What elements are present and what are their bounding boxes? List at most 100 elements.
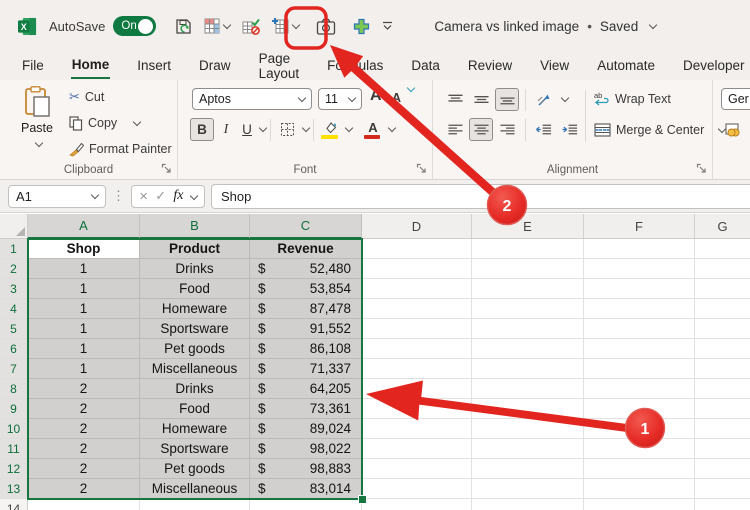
cell-E2[interactable] [472,259,584,279]
cell-D6[interactable] [362,339,472,359]
cell-B1[interactable]: Product [140,239,250,259]
insert-function-button[interactable]: fx [173,188,183,204]
tab-insert[interactable]: Insert [123,52,185,80]
align-right-button[interactable] [495,118,519,141]
cell-D10[interactable] [362,419,472,439]
row-header-4[interactable]: 4 [0,299,28,319]
tab-formulas[interactable]: Formulas [313,52,397,80]
cell-F1[interactable] [584,239,695,259]
align-center-button[interactable] [469,118,493,141]
row-header-14[interactable]: 14 [0,499,28,510]
cell-B9[interactable]: Food [140,399,250,419]
merge-center-button[interactable]: Merge & Center [591,118,728,142]
cell-E13[interactable] [472,479,584,499]
cell-A7[interactable]: 1 [28,359,140,379]
cell-B12[interactable]: Pet goods [140,459,250,479]
row-header-9[interactable]: 9 [0,399,28,419]
cell-B4[interactable]: Homeware [140,299,250,319]
cell-A12[interactable]: 2 [28,459,140,479]
cell-G13[interactable] [695,479,750,499]
tab-file[interactable]: File [8,52,58,80]
cell-B13[interactable]: Miscellaneous [140,479,250,499]
customize-qat-button[interactable] [377,11,398,41]
row-header-5[interactable]: 5 [0,319,28,339]
cell-F11[interactable] [584,439,695,459]
cell-B2[interactable]: Drinks [140,259,250,279]
cut-button[interactable]: ✂ Cut [66,85,107,109]
cell-A4[interactable]: 1 [28,299,140,319]
cell-B10[interactable]: Homeware [140,419,250,439]
cell-E1[interactable] [472,239,584,259]
add-button[interactable] [348,11,375,41]
cell-C9[interactable]: $73,361 [250,399,362,419]
row-header-11[interactable]: 11 [0,439,28,459]
cell-D1[interactable] [362,239,472,259]
cell-D4[interactable] [362,299,472,319]
cell-B6[interactable]: Pet goods [140,339,250,359]
cancel-button[interactable]: × [139,188,148,205]
table-check-button[interactable] [237,11,265,41]
cell-A11[interactable]: 2 [28,439,140,459]
cell-A9[interactable]: 2 [28,399,140,419]
row-header-6[interactable]: 6 [0,339,28,359]
row-header-3[interactable]: 3 [0,279,28,299]
alignment-dialog-launcher[interactable] [696,163,707,174]
cell-G2[interactable] [695,259,750,279]
cell-G5[interactable] [695,319,750,339]
align-top-button[interactable] [443,88,467,111]
align-bottom-button[interactable] [495,88,519,111]
row-header-8[interactable]: 8 [0,379,28,399]
cell-B5[interactable]: Sportsware [140,319,250,339]
cell-D3[interactable] [362,279,472,299]
cell-C3[interactable]: $53,854 [250,279,362,299]
cell-D12[interactable] [362,459,472,479]
row-header-1[interactable]: 1 [0,239,28,259]
cell-F3[interactable] [584,279,695,299]
wrap-text-button[interactable]: ab Wrap Text [591,87,674,111]
row-header-12[interactable]: 12 [0,459,28,479]
table-style-button[interactable] [199,11,235,41]
cell-D11[interactable] [362,439,472,459]
cell-C12[interactable]: $98,883 [250,459,362,479]
cell-C5[interactable]: $91,552 [250,319,362,339]
row-header-2[interactable]: 2 [0,259,28,279]
column-header-A[interactable]: A [28,214,140,239]
cell-F8[interactable] [584,379,695,399]
cell-G8[interactable] [695,379,750,399]
cell-E7[interactable] [472,359,584,379]
align-left-button[interactable] [443,118,467,141]
row-header-10[interactable]: 10 [0,419,28,439]
cell-G4[interactable] [695,299,750,319]
cell-F14[interactable] [584,499,695,510]
cell-G12[interactable] [695,459,750,479]
cell-B8[interactable]: Drinks [140,379,250,399]
formula-bar-grip[interactable]: ⋮ [112,188,125,204]
number-format-select[interactable]: Ger [721,88,750,110]
row-header-7[interactable]: 7 [0,359,28,379]
cell-D5[interactable] [362,319,472,339]
cell-D14[interactable] [362,499,472,510]
tab-home[interactable]: Home [58,52,124,80]
formula-input[interactable]: Shop [211,183,750,209]
cell-F5[interactable] [584,319,695,339]
cell-E4[interactable] [472,299,584,319]
cell-D7[interactable] [362,359,472,379]
cell-C2[interactable]: $52,480 [250,259,362,279]
copy-button[interactable]: Copy [66,111,143,135]
cell-E10[interactable] [472,419,584,439]
cell-A1[interactable]: Shop [28,239,140,259]
cell-F4[interactable] [584,299,695,319]
cell-D9[interactable] [362,399,472,419]
font-name-select[interactable]: Aptos [192,88,312,110]
cell-F10[interactable] [584,419,695,439]
cell-C4[interactable]: $87,478 [250,299,362,319]
cell-A10[interactable]: 2 [28,419,140,439]
cell-F13[interactable] [584,479,695,499]
cell-A8[interactable]: 2 [28,379,140,399]
decrease-indent-button[interactable] [532,118,556,141]
cell-F7[interactable] [584,359,695,379]
font-color-button[interactable]: A [361,118,385,141]
cell-E3[interactable] [472,279,584,299]
cell-E14[interactable] [472,499,584,510]
increase-indent-button[interactable] [558,118,582,141]
